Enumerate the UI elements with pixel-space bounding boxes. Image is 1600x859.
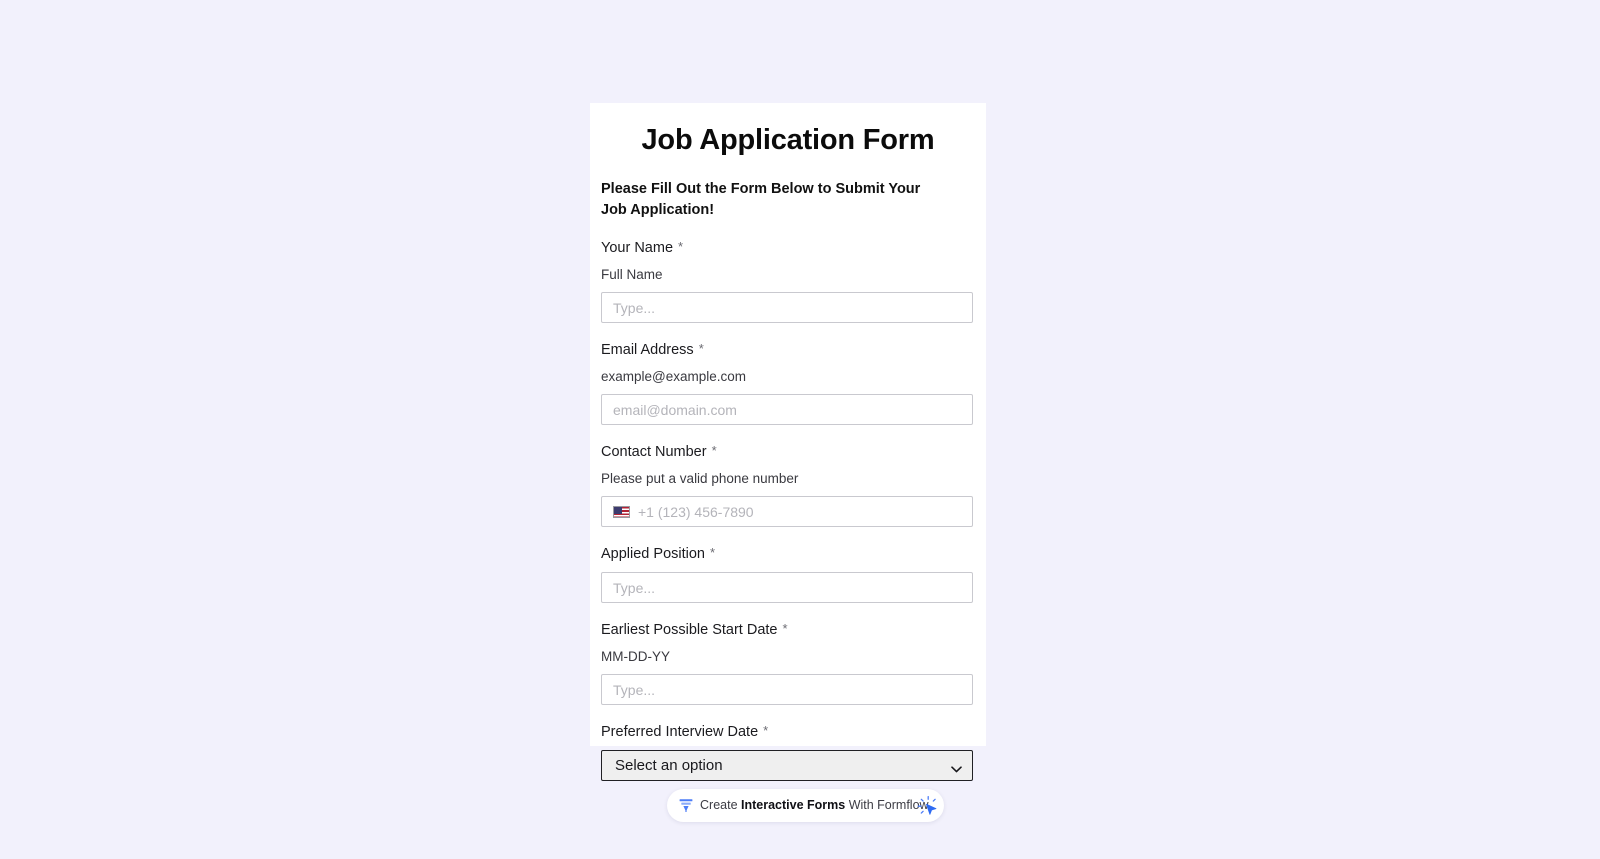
label-email-address: Email Address * [601, 339, 975, 360]
required-asterisk: * [763, 723, 769, 738]
field-applied-position: Applied Position * [601, 543, 975, 603]
help-your-name: Full Name [601, 267, 663, 282]
earliest-start-date-input[interactable] [601, 674, 973, 705]
page-root: Job Application Form Please Fill Out the… [0, 0, 1600, 859]
promo-text-prefix: Create [700, 798, 741, 812]
promo-text-suffix: With Formflow [845, 798, 929, 812]
applied-position-input[interactable] [601, 572, 973, 603]
label-your-name-text: Your Name [601, 240, 674, 256]
label-contact-number-text: Contact Number [601, 444, 707, 460]
help-earliest-start-date: MM-DD-YY [601, 649, 670, 664]
label-preferred-interview-date-text: Preferred Interview Date [601, 724, 759, 740]
contact-number-input-wrapper[interactable] [601, 496, 973, 527]
required-asterisk: * [711, 443, 717, 458]
email-address-input[interactable] [601, 394, 973, 425]
us-flag-icon [613, 506, 630, 518]
required-asterisk: * [698, 341, 704, 356]
promo-text-strong: Interactive Forms [741, 798, 846, 812]
field-email-address: Email Address * example@example.com [601, 339, 975, 425]
required-asterisk: * [710, 545, 716, 560]
required-asterisk: * [678, 239, 684, 254]
label-email-address-text: Email Address [601, 342, 694, 358]
label-your-name: Your Name * [601, 237, 975, 258]
preferred-interview-date-select[interactable]: Select an option [601, 750, 973, 781]
job-application-form-card: Job Application Form Please Fill Out the… [590, 103, 986, 781]
preferred-interview-date-select-wrapper: Select an option [601, 750, 973, 781]
page-title: Job Application Form [641, 124, 935, 156]
label-contact-number: Contact Number * [601, 441, 975, 462]
form-subtitle: Please Fill Out the Form Below to Submit… [601, 181, 921, 218]
label-earliest-start-date: Earliest Possible Start Date * [601, 619, 975, 640]
label-preferred-interview-date: Preferred Interview Date * [601, 721, 975, 742]
field-preferred-interview-date: Preferred Interview Date * Select an opti… [601, 721, 975, 781]
formflow-promo-badge[interactable]: Create Interactive Forms With Formflow [667, 789, 944, 822]
label-applied-position: Applied Position * [601, 543, 975, 564]
funnel-icon [679, 799, 693, 812]
help-contact-number: Please put a valid phone number [601, 471, 799, 486]
your-name-input[interactable] [601, 292, 973, 323]
field-contact-number: Contact Number * Please put a valid phone… [601, 441, 975, 527]
label-earliest-start-date-text: Earliest Possible Start Date [601, 622, 778, 638]
field-your-name: Your Name * Full Name [601, 237, 975, 323]
promo-badge-text: Create Interactive Forms With Formflow [700, 798, 929, 813]
field-earliest-start-date: Earliest Possible Start Date * MM-DD-YY [601, 619, 975, 705]
contact-number-input[interactable] [638, 497, 972, 526]
required-asterisk: * [782, 621, 788, 636]
help-email-address: example@example.com [601, 369, 747, 384]
label-applied-position-text: Applied Position [601, 546, 705, 562]
